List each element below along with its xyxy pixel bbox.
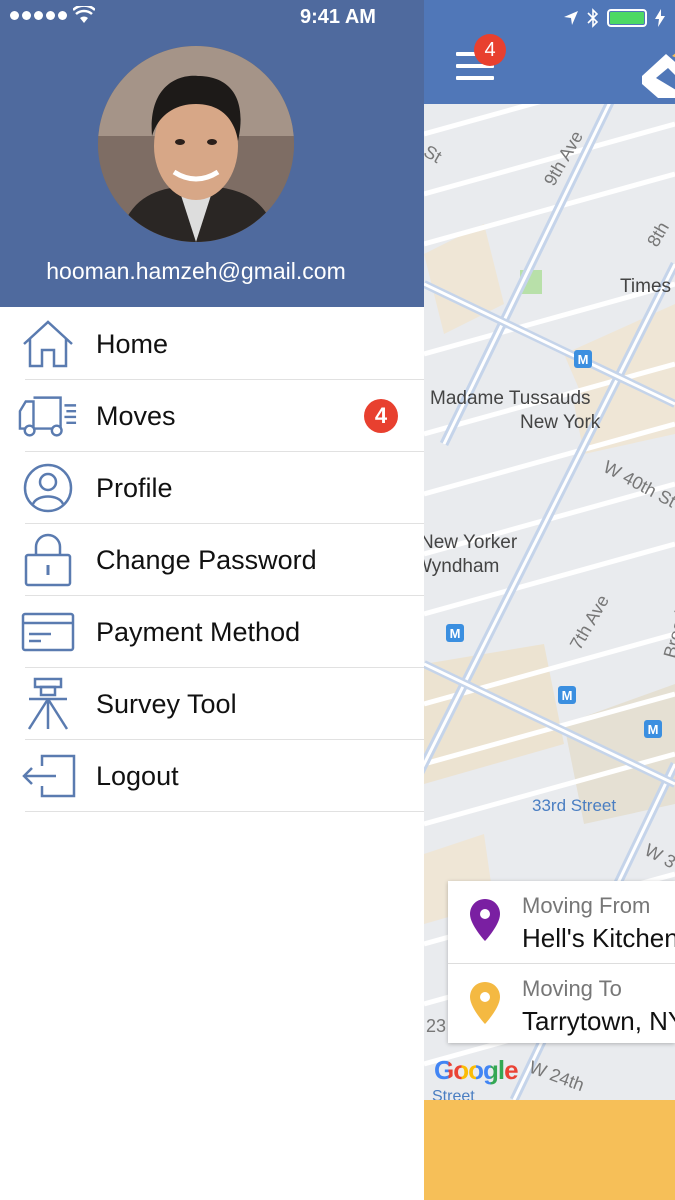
charging-icon	[655, 9, 665, 27]
moving-from-value: Hell's Kitchen	[522, 923, 675, 953]
app-logo-icon	[642, 53, 675, 98]
status-right	[563, 8, 665, 28]
map-label-23: 23	[426, 1016, 447, 1036]
moving-to-value: Tarrytown, NY	[522, 1006, 675, 1036]
menu-item-label: Logout	[96, 760, 179, 791]
moving-from-caption: Moving From	[522, 893, 651, 918]
menu-item-label: Home	[96, 328, 169, 359]
map-view[interactable]: St 9th Ave 8th Times M Madame Tussauds N…	[424, 104, 675, 1100]
menu-item-profile[interactable]: Profile	[0, 452, 424, 524]
location-arrow-icon	[564, 11, 578, 25]
truck-icon	[18, 390, 78, 442]
metro-icon: M	[644, 720, 662, 738]
status-left	[10, 6, 95, 24]
survey-tripod-icon	[18, 677, 78, 730]
map-label-tussauds-1: Madame Tussauds	[430, 388, 591, 409]
credit-card-icon	[18, 606, 78, 658]
address-card: Moving From Hell's Kitchen Moving To Tar…	[448, 881, 675, 1043]
drawer-menu: Home Moves 4 Profile Change Password Pay…	[0, 308, 424, 812]
user-email: hooman.hamzeh@gmail.com	[46, 258, 346, 284]
navigation-drawer: 9:41 AM hooman.hamzeh@gmail.com Home Mov…	[0, 0, 424, 1200]
menu-item-label: Moves	[96, 400, 176, 431]
moves-count-badge: 4	[364, 399, 398, 433]
moving-to-row[interactable]: Moving To Tarrytown, NY	[448, 963, 675, 1043]
menu-item-payment-method[interactable]: Payment Method	[0, 596, 424, 668]
metro-icon: M	[446, 624, 464, 642]
menu-item-label: Survey Tool	[96, 688, 237, 719]
menu-item-label: Payment Method	[96, 616, 301, 647]
notification-badge: 4	[474, 34, 506, 66]
map-label-tussauds-2: New York	[520, 412, 601, 433]
app-screen: 4 St 9th Ave 8th Times M Madame Tussauds…	[0, 0, 675, 1200]
app-bar: 4	[424, 0, 675, 104]
map-pin-icon	[470, 982, 500, 1024]
moving-from-row[interactable]: Moving From Hell's Kitchen	[448, 881, 675, 961]
status-time: 9:41 AM	[300, 6, 376, 28]
menu-item-label: Change Password	[96, 544, 317, 575]
menu-item-label: Profile	[96, 472, 173, 503]
map-label-newyorker-1: New Yorker	[424, 532, 518, 553]
battery-icon	[607, 9, 647, 27]
google-logo: Google	[434, 1055, 519, 1085]
drawer-header: 9:41 AM hooman.hamzeh@gmail.com	[0, 0, 424, 307]
map-label-newyorker-2: Wyndham	[424, 556, 500, 577]
map-label-33rd-street: 33rd Street	[532, 796, 617, 815]
bottom-action-bar[interactable]	[424, 1100, 675, 1200]
bluetooth-icon	[587, 8, 599, 28]
main-view: 4 St 9th Ave 8th Times M Madame Tussauds…	[424, 0, 675, 1200]
map-label-street-bottom: Street	[432, 1088, 475, 1100]
signal-strength-icon	[10, 10, 67, 20]
menu-item-change-password[interactable]: Change Password	[0, 524, 424, 596]
moving-to-caption: Moving To	[522, 976, 622, 1001]
menu-item-moves[interactable]: Moves 4	[0, 380, 424, 452]
wifi-icon	[73, 6, 95, 23]
map-label-times: Times	[620, 276, 672, 297]
menu-item-home[interactable]: Home	[0, 308, 424, 380]
home-icon	[18, 318, 78, 370]
metro-icon: M	[574, 350, 592, 368]
menu-item-logout[interactable]: Logout	[0, 740, 424, 812]
lock-icon	[18, 533, 78, 587]
map-pin-icon	[470, 899, 500, 941]
metro-icon: M	[558, 686, 576, 704]
logout-icon	[18, 750, 78, 802]
user-circle-icon	[18, 462, 78, 514]
avatar[interactable]	[98, 46, 294, 242]
menu-item-survey-tool[interactable]: Survey Tool	[0, 668, 424, 740]
